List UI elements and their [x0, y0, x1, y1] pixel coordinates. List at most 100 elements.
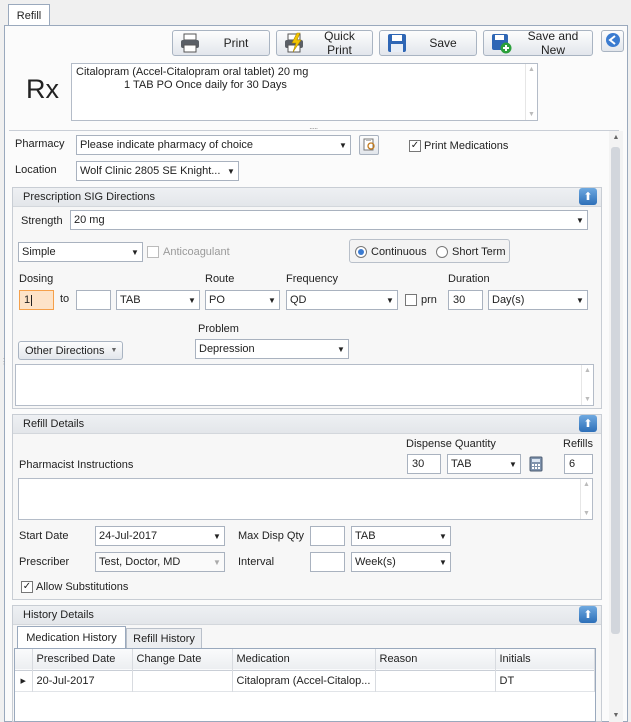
- tab-refill[interactable]: Refill: [8, 4, 50, 26]
- save-disk-icon: [386, 32, 408, 54]
- tab-medication-history[interactable]: Medication History: [17, 626, 126, 648]
- pharmacy-select[interactable]: Please indicate pharmacy of choice ▼: [76, 135, 351, 155]
- anticoagulant-checkbox[interactable]: [147, 246, 159, 258]
- calculator-icon[interactable]: [529, 456, 543, 475]
- chevron-down-icon: ▼: [110, 347, 118, 354]
- table-row[interactable]: ▶ 20-Jul-2017 Citalopram (Accel-Citalop.…: [15, 670, 595, 691]
- rx-summary-scrollbar[interactable]: ▲ ▼: [525, 64, 537, 120]
- scroll-up-icon[interactable]: ▲: [609, 134, 623, 141]
- start-date-picker[interactable]: 24-Jul-2017 ▼: [95, 526, 225, 546]
- allow-substitutions-toggle[interactable]: ✓ Allow Substitutions: [21, 581, 128, 593]
- other-directions-scrollbar[interactable]: ▲ ▼: [581, 365, 593, 405]
- pharmacy-lookup-button[interactable]: [359, 135, 379, 155]
- prescriber-value: Test, Doctor, MD: [99, 556, 181, 568]
- max-disp-qty-label: Max Disp Qty: [238, 530, 305, 542]
- refills-input[interactable]: 6: [564, 454, 593, 474]
- interval-unit-select[interactable]: Week(s) ▼: [351, 552, 451, 572]
- history-collapse-button[interactable]: ⬆: [579, 606, 597, 623]
- tab-refill-label: Refill: [16, 9, 42, 22]
- to-label: to: [60, 293, 70, 305]
- dosing-label: Dosing: [19, 273, 54, 285]
- scrollbar-thumb[interactable]: [611, 147, 620, 634]
- continuous-radio[interactable]: [355, 246, 367, 258]
- print-medications-checkbox[interactable]: ✓: [409, 140, 421, 152]
- route-value: PO: [209, 294, 225, 306]
- splitter-line: [9, 130, 619, 131]
- other-directions-text[interactable]: ▲ ▼: [15, 364, 594, 406]
- sig-type-select[interactable]: Simple ▼: [18, 242, 143, 262]
- prescriber-select[interactable]: Test, Doctor, MD ▼: [95, 552, 225, 572]
- print-medications-toggle[interactable]: ✓ Print Medications: [409, 140, 508, 152]
- short-term-option[interactable]: Short Term: [436, 246, 506, 258]
- back-button[interactable]: [601, 30, 624, 52]
- sig-type-value: Simple: [22, 246, 56, 258]
- chevron-down-icon: ▼: [576, 215, 584, 225]
- chevron-down-icon: ▼: [227, 166, 235, 176]
- chevron-down-icon: ▼: [131, 247, 139, 257]
- rx-symbol: Rx: [26, 74, 59, 104]
- sig-collapse-button[interactable]: ⬆: [579, 188, 597, 205]
- other-directions-dropdown[interactable]: Other Directions ▼: [18, 341, 123, 360]
- column-header-prescribed-date[interactable]: Prescribed Date: [32, 649, 133, 670]
- dispense-quantity-input[interactable]: 30: [407, 454, 441, 474]
- continuous-option[interactable]: Continuous: [355, 246, 427, 258]
- frequency-label: Frequency: [286, 273, 338, 285]
- save-label: Save: [429, 36, 457, 50]
- dispense-unit-select[interactable]: TAB ▼: [447, 454, 521, 474]
- max-disp-qty-input[interactable]: [310, 526, 345, 546]
- dosing-from-input[interactable]: 1: [19, 290, 54, 310]
- short-term-radio[interactable]: [436, 246, 448, 258]
- strength-select[interactable]: 20 mg ▼: [70, 210, 588, 230]
- location-value: Wolf Clinic 2805 SE Knight...: [80, 165, 221, 177]
- problem-label: Problem: [198, 323, 239, 335]
- dispense-unit-value: TAB: [451, 458, 472, 470]
- dosing-to-input[interactable]: [76, 290, 111, 310]
- prn-toggle[interactable]: prn: [405, 294, 437, 306]
- duration-unit-select[interactable]: Day(s) ▼: [488, 290, 588, 310]
- column-header-reason[interactable]: Reason: [375, 649, 496, 670]
- anticoagulant-toggle[interactable]: Anticoagulant: [147, 246, 230, 258]
- tab-refill-history[interactable]: Refill History: [126, 628, 202, 648]
- chevron-down-icon: ▼: [213, 531, 221, 541]
- column-header-initials[interactable]: Initials: [495, 649, 595, 670]
- route-select[interactable]: PO ▼: [205, 290, 280, 310]
- column-header-medication[interactable]: Medication: [232, 649, 376, 670]
- allow-substitutions-checkbox[interactable]: ✓: [21, 581, 33, 593]
- problem-select[interactable]: Depression ▼: [195, 339, 349, 359]
- interval-label: Interval: [238, 556, 275, 568]
- prescriber-label: Prescriber: [19, 556, 70, 568]
- dosing-unit-select[interactable]: TAB ▼: [116, 290, 200, 310]
- quick-print-icon: [283, 32, 305, 54]
- pharmacist-instructions-scrollbar[interactable]: ▲ ▼: [580, 479, 592, 519]
- prn-checkbox[interactable]: [405, 294, 417, 306]
- short-term-label: Short Term: [452, 246, 506, 258]
- print-button[interactable]: Print: [172, 30, 270, 56]
- duration-label: Duration: [448, 273, 490, 285]
- main-scrollbar[interactable]: ▲ ▼: [609, 131, 623, 722]
- anticoagulant-label: Anticoagulant: [163, 246, 230, 258]
- interval-input[interactable]: [310, 552, 345, 572]
- tab-refill-history-label: Refill History: [133, 632, 195, 645]
- rx-summary-box[interactable]: Citalopram (Accel-Citalopram oral tablet…: [71, 63, 538, 121]
- frequency-select[interactable]: QD ▼: [286, 290, 398, 310]
- dispense-quantity-value: 30: [412, 458, 425, 470]
- scroll-down-icon[interactable]: ▼: [609, 712, 623, 719]
- back-arrow-icon: [605, 32, 621, 51]
- save-and-new-button[interactable]: Save and New: [483, 29, 593, 57]
- dosing-from-value: 1: [24, 294, 31, 306]
- chevron-down-icon: ▼: [268, 295, 276, 305]
- refill-collapse-button[interactable]: ⬆: [579, 415, 597, 432]
- location-select[interactable]: Wolf Clinic 2805 SE Knight... ▼: [76, 161, 239, 181]
- pharmacist-instructions-text[interactable]: ▲ ▼: [18, 478, 593, 520]
- pharmacy-label: Pharmacy: [15, 138, 65, 150]
- quick-print-button[interactable]: Quick Print: [276, 29, 373, 57]
- save-button[interactable]: Save: [379, 30, 477, 56]
- save-new-icon: [490, 32, 512, 54]
- left-splitter-grip[interactable]: ⋮: [0, 358, 8, 372]
- rx-summary-line2: 1 TAB PO Once daily for 30 Days: [124, 79, 287, 91]
- column-header-change-date[interactable]: Change Date: [132, 649, 233, 670]
- duration-input[interactable]: 30: [448, 290, 483, 310]
- max-disp-unit-select[interactable]: TAB ▼: [351, 526, 451, 546]
- chevron-down-icon: ▼: [509, 459, 517, 469]
- splitter-grip[interactable]: ·····: [309, 124, 318, 133]
